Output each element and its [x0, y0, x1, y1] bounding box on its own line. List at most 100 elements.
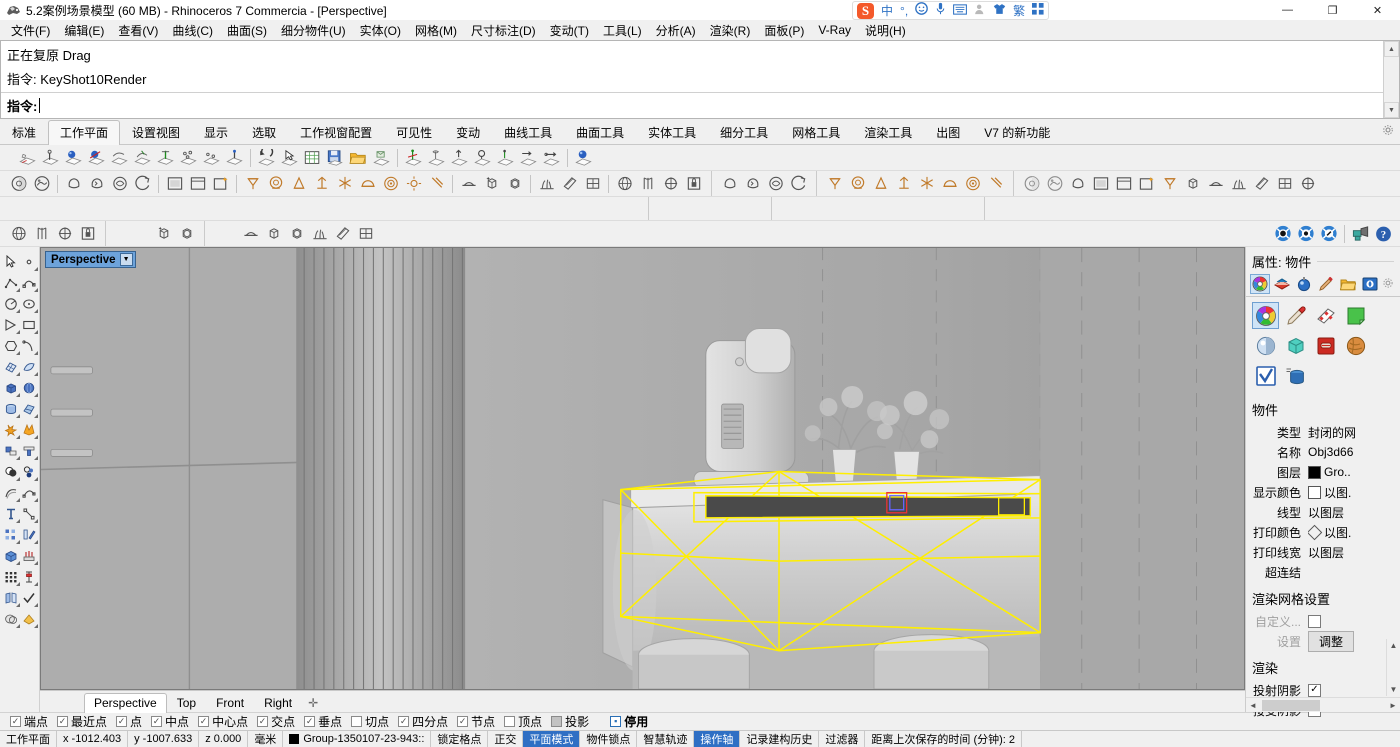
ime-punctuation-icon[interactable]: °, [900, 3, 908, 19]
osnap-near-checkbox[interactable]: ✓ [57, 716, 68, 727]
material-layers-icon[interactable] [1272, 274, 1292, 294]
env-cube-icon-2[interactable] [1181, 173, 1204, 195]
cylinder-icon[interactable] [2, 398, 20, 419]
zoom-extents-icon[interactable] [131, 173, 154, 195]
light-spot-icon[interactable] [241, 173, 264, 195]
render-target-icon[interactable] [659, 173, 682, 195]
tab-select[interactable]: 选取 [240, 120, 288, 145]
text-tool-icon[interactable] [2, 503, 20, 524]
osnap-perpendicular-checkbox[interactable]: ✓ [304, 716, 315, 727]
osnap-tangent[interactable]: ✓ 切点 [347, 713, 393, 730]
render-sphere-icon[interactable] [1294, 274, 1314, 294]
light-spot-icon-3[interactable] [1158, 173, 1181, 195]
sogou-logo-icon[interactable]: S [857, 3, 874, 19]
light-linear-icon[interactable] [356, 173, 379, 195]
osnap-center[interactable]: ✓ 中心点 [194, 713, 252, 730]
osnap-intersection-checkbox[interactable]: ✓ [257, 716, 268, 727]
osnap-point[interactable]: ✓ 点 [112, 713, 146, 730]
zoom-view-icon-2[interactable] [764, 173, 787, 195]
database-icon[interactable] [1282, 362, 1309, 389]
property-row-mesh-settings[interactable]: 设置 调整 [1246, 631, 1398, 651]
arrow-select-icon[interactable] [2, 251, 20, 272]
command-scroll-down-icon[interactable]: ▼ [1384, 102, 1399, 118]
light-sun-icon[interactable] [333, 173, 356, 195]
property-value-cast-shadow[interactable]: ✓ [1308, 684, 1398, 697]
layer-green-icon[interactable] [1342, 302, 1369, 329]
check-ok-icon[interactable] [20, 587, 38, 608]
shaded-view-icon[interactable] [7, 173, 30, 195]
viewport-tab-perspective[interactable]: Perspective [84, 693, 167, 713]
material-brush-icon[interactable] [1282, 302, 1309, 329]
menu-curve[interactable]: 曲线(C) [165, 20, 220, 41]
osnap-center-checkbox[interactable]: ✓ [198, 716, 209, 727]
viewport-max-icon-2[interactable] [1112, 173, 1135, 195]
material-grass-icon-3[interactable] [308, 223, 331, 245]
render-lock-icon-2[interactable] [76, 223, 99, 245]
cplane-next-icon[interactable] [278, 147, 301, 169]
ime-skin-icon[interactable] [993, 3, 1006, 19]
status-grid-snap[interactable]: 锁定格点 [431, 731, 488, 747]
render-preview-icon[interactable] [1271, 223, 1294, 245]
menu-dimension[interactable]: 尺寸标注(D) [464, 20, 543, 41]
ime-user-icon[interactable] [974, 3, 986, 19]
zoom-view-icon[interactable] [108, 173, 131, 195]
property-row-print-width[interactable]: 打印线宽 以图层 [1246, 542, 1398, 562]
texture-mapping-icon[interactable] [1312, 302, 1339, 329]
tab-drafting[interactable]: 出图 [924, 120, 972, 145]
tab-solid-tools[interactable]: 实体工具 [636, 120, 708, 145]
surface-patch-icon[interactable] [20, 398, 38, 419]
toolbar-settings-gear-icon[interactable] [1382, 124, 1394, 139]
menu-help[interactable]: 说明(H) [858, 20, 913, 41]
property-value-name[interactable]: Obj3d66 [1308, 445, 1398, 459]
material-grass-icon-2[interactable] [1227, 173, 1250, 195]
env-cube-icon-4[interactable] [262, 223, 285, 245]
mesh-cube-icon[interactable] [1282, 332, 1309, 359]
env-sphere-icon[interactable] [503, 173, 526, 195]
light-falloff-icon[interactable] [425, 173, 448, 195]
pan-view-icon[interactable] [62, 173, 85, 195]
tab-set-view[interactable]: 设置视图 [120, 120, 192, 145]
command-input-row[interactable]: 指令: [1, 92, 1399, 118]
properties-horizontal-scrollbar[interactable]: ◄ ► [1246, 697, 1400, 712]
ime-keyboard-icon[interactable] [953, 3, 967, 19]
material-plank-icon[interactable] [558, 173, 581, 195]
osnap-endpoint-checkbox[interactable]: ✓ [10, 716, 21, 727]
ground-plane-icon-2[interactable] [1204, 173, 1227, 195]
render-globe-icon-2[interactable] [7, 223, 30, 245]
render-quality-icon[interactable] [1294, 223, 1317, 245]
properties-hscroll-thumb[interactable] [1262, 700, 1320, 711]
viewport-tab-top[interactable]: Top [167, 693, 206, 713]
shaded-view-icon-2[interactable] [1020, 173, 1043, 195]
cplane-to-world-icon[interactable] [425, 147, 448, 169]
menu-analyze[interactable]: 分析(A) [649, 20, 703, 41]
pan-view-icon-3[interactable] [1066, 173, 1089, 195]
osnap-midpoint-checkbox[interactable]: ✓ [151, 716, 162, 727]
tab-v7-news[interactable]: V7 的新功能 [972, 120, 1062, 145]
env-cube-icon-3[interactable] [152, 223, 175, 245]
menu-mesh[interactable]: 网格(M) [408, 20, 464, 41]
curve-control-icon[interactable] [20, 272, 38, 293]
material-tile-icon-2[interactable] [1273, 173, 1296, 195]
ellipse-icon[interactable] [20, 293, 38, 314]
minimize-button[interactable]: — [1265, 0, 1310, 20]
menu-panels[interactable]: 面板(P) [757, 20, 811, 41]
ground-plane-icon-3[interactable] [239, 223, 262, 245]
tab-visibility[interactable]: 可见性 [384, 120, 444, 145]
cplane-vertical-icon[interactable] [154, 147, 177, 169]
boolean-union-icon[interactable] [2, 461, 20, 482]
rotate-view-icon-2[interactable] [741, 173, 764, 195]
ime-voice-icon[interactable] [935, 2, 946, 19]
render-curve-icon-2[interactable] [30, 223, 53, 245]
viewport-dropdown-icon[interactable]: ▼ [120, 253, 133, 266]
material-grass-icon[interactable] [535, 173, 558, 195]
cplane-rotate-y-icon[interactable] [471, 147, 494, 169]
status-layer[interactable]: Group-1350107-23-943:: [283, 731, 431, 747]
property-row-hyperlink[interactable]: 超连结 [1246, 562, 1398, 582]
offset-curve-icon[interactable] [2, 482, 20, 503]
tab-display[interactable]: 显示 [192, 120, 240, 145]
ground-plane-icon[interactable] [457, 173, 480, 195]
light-rect-icon-2[interactable] [892, 173, 915, 195]
property-row-layer[interactable]: 图层 Gro.. [1246, 462, 1398, 482]
tab-surface-tools[interactable]: 曲面工具 [564, 120, 636, 145]
light-ray-icon[interactable] [402, 173, 425, 195]
